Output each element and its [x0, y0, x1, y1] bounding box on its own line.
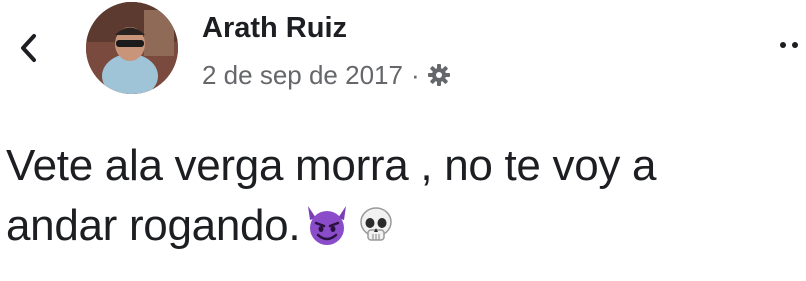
- post-text-line-1: Vete ala verga morra , no te voy a: [6, 141, 657, 190]
- chevron-left-icon: [21, 34, 36, 62]
- avatar-photo: [86, 2, 178, 94]
- smiling-imp-icon: [302, 202, 352, 262]
- post-meta: 2 de sep de 2017 ·: [202, 58, 450, 92]
- post-body: Vete ala verga morra , no te voy a andar…: [6, 136, 796, 262]
- post-date[interactable]: 2 de sep de 2017: [202, 60, 403, 91]
- author-name[interactable]: Arath Ruiz: [202, 12, 347, 45]
- back-button[interactable]: [14, 31, 44, 65]
- post-text-line-2: andar rogando.: [6, 196, 796, 262]
- more-options-icon: [780, 42, 786, 48]
- more-options-button[interactable]: [780, 30, 806, 60]
- post-text-line-2-text: andar rogando.: [6, 201, 301, 250]
- gear-icon: [427, 64, 450, 86]
- post-header: Arath Ruiz 2 de sep de 2017 ·: [0, 0, 806, 110]
- skull-icon: [354, 202, 398, 262]
- avatar[interactable]: [86, 2, 178, 94]
- meta-separator: ·: [410, 59, 420, 90]
